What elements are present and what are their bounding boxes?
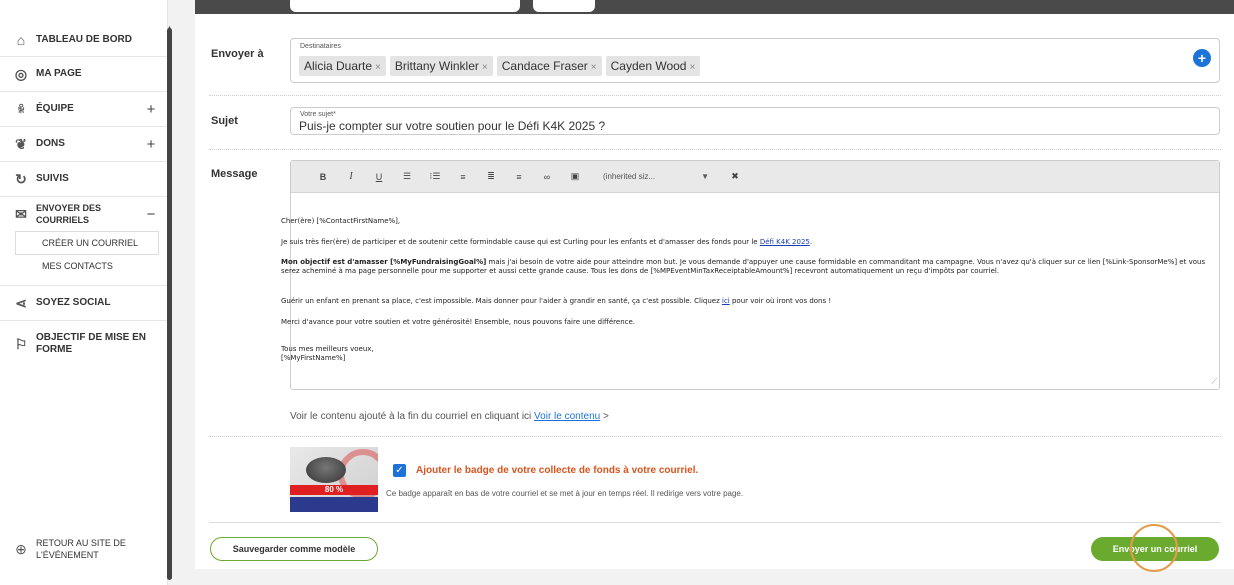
collapse-icon[interactable]: − [145,206,157,223]
donation-icon: ❦ [15,135,27,152]
badge-description: Ce badge apparaît en bas de votre courri… [386,489,744,498]
subject-label: Sujet [211,115,238,127]
add-badge-checkbox[interactable]: ✓ [393,464,406,477]
sidebar-subitem-create-email[interactable]: CRÉER UN COURRIEL [15,231,159,255]
top-field[interactable] [290,0,520,12]
user-icon: ◎ [14,65,28,82]
badge-percent: 80 % [324,485,344,494]
sidebar: ⌂ TABLEAU DE BORD ◎ MA PAGE ꆜ ÉQUIPE + ❦… [0,0,168,585]
resize-handle-icon[interactable]: ⟋ [1211,377,1217,387]
italic-button[interactable]: I [337,171,365,182]
underline-button[interactable]: U [365,172,393,182]
expand-icon[interactable]: + [145,136,157,153]
editor-toolbar: B I U ☰ ⁝☰ ≡ ≣ ≡ ∞ ▣ (inherited siz... ▼… [291,161,1219,193]
message-paragraph: Je suis très fier(ère) de participer et … [281,238,813,246]
sidebar-item-my-page[interactable]: ◎ MA PAGE [0,57,167,92]
align-right-icon[interactable]: ≡ [505,172,533,182]
add-recipient-button[interactable]: + [1193,49,1211,67]
message-paragraph: Mon objectif est d'amasser [%MyFundraisi… [281,258,1206,275]
flag-icon: ⚐ [14,335,28,352]
message-paragraph: Merci d'avance pour votre soutien et vot… [281,318,636,326]
curling-stone-icon [306,457,346,483]
sidebar-item-team[interactable]: ꆜ ÉQUIPE + [0,92,167,127]
message-paragraph: Guérir un enfant en prenant sa place, c'… [281,297,832,305]
recipient-chip: Alicia Duarte × [299,56,386,76]
divider [209,95,1221,96]
link-icon[interactable]: ∞ [533,172,561,182]
sidebar-subitem-my-contacts[interactable]: MES CONTACTS [0,255,167,286]
divider [209,436,1221,437]
top-toggle[interactable] [533,0,595,12]
expand-icon[interactable]: + [145,101,157,118]
bold-button[interactable]: B [309,172,337,182]
sidebar-item-social[interactable]: ⋖ SOYEZ SOCIAL [0,286,167,321]
sidebar-item-send-emails[interactable]: ✉ ENVOYER DES COURRIELS − [0,197,167,231]
refresh-icon: ↻ [15,170,27,187]
remove-icon[interactable]: × [375,62,381,73]
recipient-chips: Alicia Duarte × Brittany Winkler × Candace F… [299,56,704,76]
sidebar-item-followups[interactable]: ↻ SUIVIS [0,162,167,197]
add-badge-label[interactable]: Ajouter le badge de votre collecte de fo… [416,465,698,476]
message-label: Message [211,168,258,180]
top-bar [195,0,1234,14]
remove-icon[interactable]: × [689,62,695,73]
divider [209,149,1221,150]
divider [209,522,1221,523]
chevron-down-icon: ▼ [701,172,709,181]
message-editor[interactable]: B I U ☰ ⁝☰ ≡ ≣ ≡ ∞ ▣ (inherited siz... ▼… [281,160,1220,390]
clear-format-icon[interactable]: ✖ [721,171,749,182]
click-indicator [1130,524,1178,572]
save-as-template-button[interactable]: Sauvegarder comme modèle [210,537,378,561]
appended-content-note: Voir le contenu ajouté à la fin du courr… [290,411,609,422]
fundraising-badge-image: 80 % [290,447,378,512]
numbered-list-icon[interactable]: ⁝☰ [421,171,449,182]
globe-icon: ⊕ [15,540,27,557]
sidebar-item-back-to-event[interactable]: ⊕ RETOUR AU SITE DE L'ÉVÉNEMENT [0,532,160,566]
event-link[interactable]: Défi K4K 2025 [760,238,810,246]
to-label: Envoyer à [211,48,264,60]
sidebar-item-fitness-goal[interactable]: ⚐ OBJECTIF DE MISE EN FORME [0,321,167,367]
email-composer: Envoyer à Destinataires Alicia Duarte × Br… [195,14,1234,572]
remove-icon[interactable]: × [482,62,488,73]
font-size-select[interactable]: (inherited siz... ▼ [597,168,715,186]
share-icon: ⋖ [15,294,27,311]
message-greeting: Cher(ère) [%ContactFirstName%], [281,217,401,225]
remove-icon[interactable]: × [591,62,597,73]
subject-field[interactable]: Votre sujet* Puis-je compter sur votre s… [290,107,1220,135]
home-icon: ⌂ [16,31,26,48]
subject-caption: Votre sujet* [300,111,336,118]
team-icon: ꆜ [17,104,25,116]
recipients-caption: Destinataires [300,43,341,50]
bullet-list-icon[interactable]: ☰ [393,171,421,182]
recipients-field[interactable]: Destinataires Alicia Duarte × Brittany Win… [290,38,1220,83]
mail-icon: ✉ [15,205,27,222]
align-left-icon[interactable]: ≡ [449,172,477,182]
recipient-chip: Cayden Wood × [605,56,701,76]
message-body[interactable]: Cher(ère) [%ContactFirstName%], Je suis … [281,193,1219,362]
message-closing: Tous mes meilleurs voeux, [281,345,374,353]
sidebar-item-dashboard[interactable]: ⌂ TABLEAU DE BORD [0,23,167,57]
recipient-chip: Candace Fraser × [496,56,602,76]
message-signature: [%MyFirstName%] [281,354,346,362]
sidebar-scrollbar[interactable] [167,28,172,580]
donations-link[interactable]: ici [722,297,730,305]
sidebar-item-donations[interactable]: ❦ DONS + [0,127,167,162]
view-content-link[interactable]: Voir le contenu [534,411,600,422]
subject-input[interactable]: Puis-je compter sur votre soutien pour l… [299,119,605,133]
recipient-chip: Brittany Winkler × [389,56,493,76]
image-icon[interactable]: ▣ [561,171,589,182]
align-center-icon[interactable]: ≣ [477,171,505,182]
